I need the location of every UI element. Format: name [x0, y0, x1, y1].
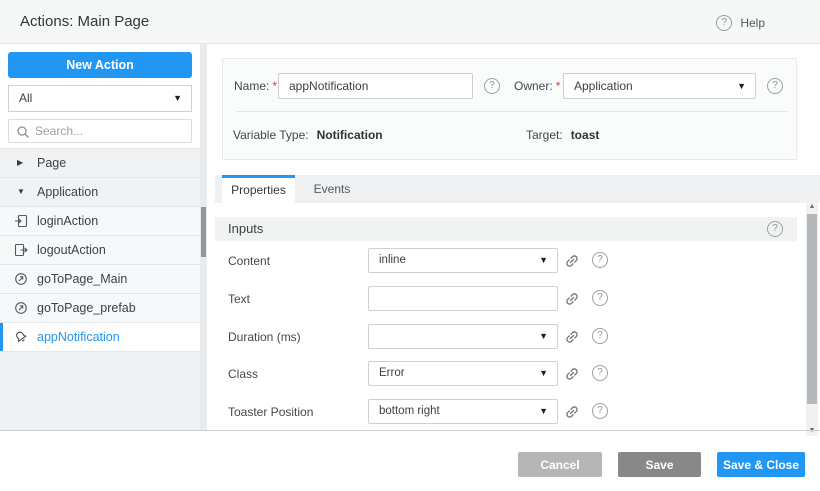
input-label: Toaster Position: [228, 399, 313, 425]
tree-item-page[interactable]: ▶ Page: [0, 148, 200, 177]
toaster-position-dropdown[interactable]: bottom right ▼: [368, 399, 558, 424]
filter-dropdown[interactable]: All ▼: [8, 85, 192, 112]
tree-item-application[interactable]: ▼ Application: [0, 177, 200, 206]
chevron-down-icon: ▼: [173, 86, 182, 111]
class-dropdown[interactable]: Error ▼: [368, 361, 558, 386]
search-input[interactable]: [35, 121, 185, 141]
tree-item-loginaction[interactable]: loginAction: [0, 206, 200, 235]
target-value: toast: [571, 128, 600, 142]
chevron-down-icon: ▼: [539, 362, 548, 385]
action-summary-panel: Name:* ? Owner:* Application ▼ ? Variabl…: [222, 58, 797, 160]
input-row-toaster-position: Toaster Position bottom right ▼ ?: [215, 399, 797, 425]
input-label: Text: [228, 286, 250, 312]
bind-link-icon[interactable]: [564, 366, 580, 382]
actions-dialog: Actions: Main Page ? Help New Action All …: [0, 0, 820, 491]
tree-item-appnotification[interactable]: appNotification: [0, 322, 200, 351]
chevron-down-icon: ▼: [539, 249, 548, 272]
name-label: Name:*: [234, 73, 277, 99]
help-icon[interactable]: ?: [592, 328, 608, 344]
help-icon[interactable]: ?: [767, 78, 783, 94]
scrollbar-thumb[interactable]: [807, 214, 817, 404]
input-label: Duration (ms): [228, 324, 301, 350]
bind-link-icon[interactable]: [564, 253, 580, 269]
page-title: Actions: Main Page: [20, 0, 149, 44]
variable-type: Variable Type:Notification: [233, 125, 383, 145]
sidebar-scrollbar[interactable]: [200, 44, 207, 431]
scroll-down-icon[interactable]: ▼: [806, 426, 818, 436]
tab-events[interactable]: Events: [299, 175, 365, 203]
chevron-down-icon: ▼: [17, 178, 25, 206]
tab-bar: Properties Events: [215, 175, 820, 203]
tree-item-gotopage-main[interactable]: goToPage_Main: [0, 264, 200, 293]
login-icon: [14, 214, 28, 228]
duration-dropdown[interactable]: ▼: [368, 324, 558, 349]
inputs-title: Inputs: [228, 217, 263, 241]
required-asterisk: *: [556, 79, 561, 93]
new-action-button[interactable]: New Action: [8, 52, 192, 78]
help-icon: ?: [716, 15, 732, 31]
notification-icon: [14, 330, 28, 344]
target: Target:toast: [526, 125, 599, 145]
search-box: [8, 119, 192, 143]
chevron-down-icon: ▼: [539, 325, 548, 348]
help-link[interactable]: ? Help: [716, 14, 765, 30]
help-icon[interactable]: ?: [592, 365, 608, 381]
name-input[interactable]: [278, 73, 473, 99]
owner-dropdown[interactable]: Application ▼: [563, 73, 756, 99]
tree-item-gotopage-prefab[interactable]: goToPage_prefab: [0, 293, 200, 322]
tree-item-logoutaction[interactable]: logoutAction: [0, 235, 200, 264]
actions-sidebar: New Action All ▼ ▶ Page ▼ Application: [0, 44, 207, 431]
chevron-right-icon: ▶: [17, 149, 23, 177]
sidebar-empty-area: [0, 351, 200, 431]
content-dropdown[interactable]: inline ▼: [368, 248, 558, 273]
actions-tree: ▶ Page ▼ Application loginAction logou: [0, 148, 200, 351]
input-label: Content: [228, 248, 270, 274]
filter-value: All: [19, 86, 32, 111]
input-label: Class: [228, 361, 258, 387]
navigate-icon: [14, 301, 28, 315]
help-icon[interactable]: ?: [484, 78, 500, 94]
input-row-content: Content inline ▼ ?: [215, 248, 797, 274]
bind-link-icon[interactable]: [564, 291, 580, 307]
input-row-text: Text ?: [215, 286, 797, 312]
bind-link-icon[interactable]: [564, 404, 580, 420]
chevron-down-icon: ▼: [737, 74, 746, 98]
help-icon[interactable]: ?: [592, 252, 608, 268]
input-row-class: Class Error ▼ ?: [215, 361, 797, 387]
search-icon: [16, 125, 30, 139]
help-label: Help: [740, 16, 765, 30]
divider: [236, 111, 787, 112]
input-row-duration: Duration (ms) ▼ ?: [215, 324, 797, 350]
tab-properties[interactable]: Properties: [222, 175, 295, 203]
help-icon[interactable]: ?: [592, 403, 608, 419]
required-asterisk: *: [272, 79, 277, 93]
bind-link-icon[interactable]: [564, 329, 580, 345]
help-icon[interactable]: ?: [767, 221, 783, 237]
logout-icon: [14, 243, 28, 257]
owner-label: Owner:*: [514, 73, 560, 99]
save-and-close-button[interactable]: Save & Close: [717, 452, 805, 477]
scroll-up-icon[interactable]: ▲: [806, 202, 818, 212]
chevron-down-icon: ▼: [539, 400, 548, 423]
cancel-button[interactable]: Cancel: [518, 452, 602, 477]
divider: [0, 430, 820, 431]
save-button[interactable]: Save: [618, 452, 701, 477]
content-scrollbar[interactable]: ▲ ▼: [806, 202, 818, 436]
navigate-icon: [14, 272, 28, 286]
variable-type-value: Notification: [317, 128, 383, 142]
help-icon[interactable]: ?: [592, 290, 608, 306]
dialog-header: Actions: Main Page ? Help: [0, 0, 820, 44]
scrollbar-thumb[interactable]: [201, 207, 206, 257]
owner-value: Application: [574, 74, 633, 98]
inputs-section-header: Inputs ?: [215, 217, 797, 241]
text-input[interactable]: [368, 286, 558, 311]
